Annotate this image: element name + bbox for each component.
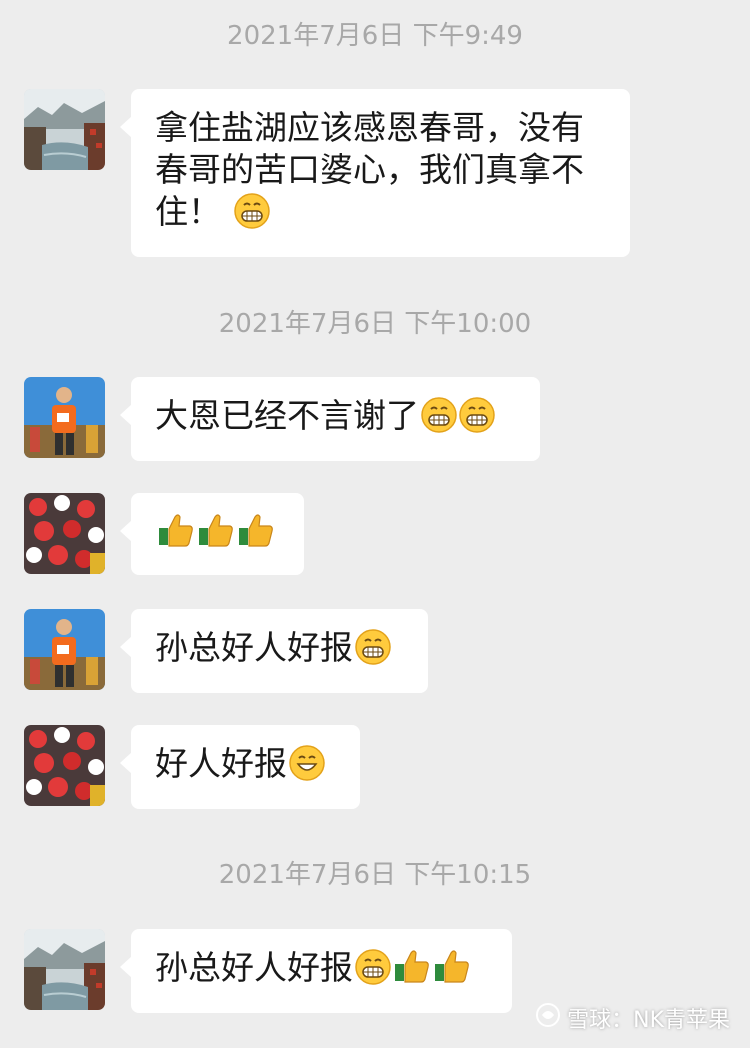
watermark: 雪球：NK青苹果	[535, 1002, 730, 1034]
message-bubble[interactable]: 好人好报	[120, 725, 360, 809]
message-text: 大恩已经不言谢了	[155, 396, 419, 435]
message-bubble[interactable]: 拿住盐湖应该感恩春哥，没有春哥的苦口婆心，我们真拿不住！	[120, 89, 630, 257]
timestamp: 2021年7月6日 下午10:15	[218, 860, 532, 890]
landscape-avatar[interactable]	[24, 89, 105, 170]
grin-emoji	[459, 397, 495, 443]
grin-emoji	[233, 193, 270, 239]
thumbs-up-emoji	[157, 511, 195, 559]
watermark-text: 雪球：NK青苹果	[567, 1008, 730, 1033]
grin-emoji	[421, 397, 457, 443]
grin-emoji	[355, 949, 391, 995]
thumbs-up-emoji	[393, 947, 431, 995]
flowers-avatar[interactable]	[24, 725, 105, 806]
flowers-avatar[interactable]	[24, 493, 105, 574]
message-text: 好人好报	[155, 744, 287, 783]
timestamp: 2021年7月6日 下午10:00	[218, 309, 532, 339]
message-bubble[interactable]	[120, 493, 304, 575]
message-bubble[interactable]: 孙总好人好报	[120, 609, 428, 693]
snowball-logo-icon	[535, 1002, 561, 1034]
thumbs-up-emoji	[237, 511, 275, 559]
smile-emoji	[289, 745, 325, 791]
runner-avatar[interactable]	[24, 609, 105, 690]
runner-avatar[interactable]	[24, 377, 105, 458]
message-text: 拿住盐湖应该感恩春哥，没有春哥的苦口婆心，我们真拿不住！	[155, 108, 584, 231]
grin-emoji	[355, 629, 391, 675]
message-bubble[interactable]: 孙总好人好报	[120, 929, 512, 1013]
message-text: 孙总好人好报	[155, 948, 353, 987]
thumbs-up-emoji	[197, 511, 235, 559]
thumbs-up-emoji	[433, 947, 471, 995]
timestamp: 2021年7月6日 下午9:49	[227, 21, 523, 51]
message-bubble[interactable]: 大恩已经不言谢了	[120, 377, 540, 461]
message-text: 孙总好人好报	[155, 628, 353, 667]
landscape-avatar[interactable]	[24, 929, 105, 1010]
